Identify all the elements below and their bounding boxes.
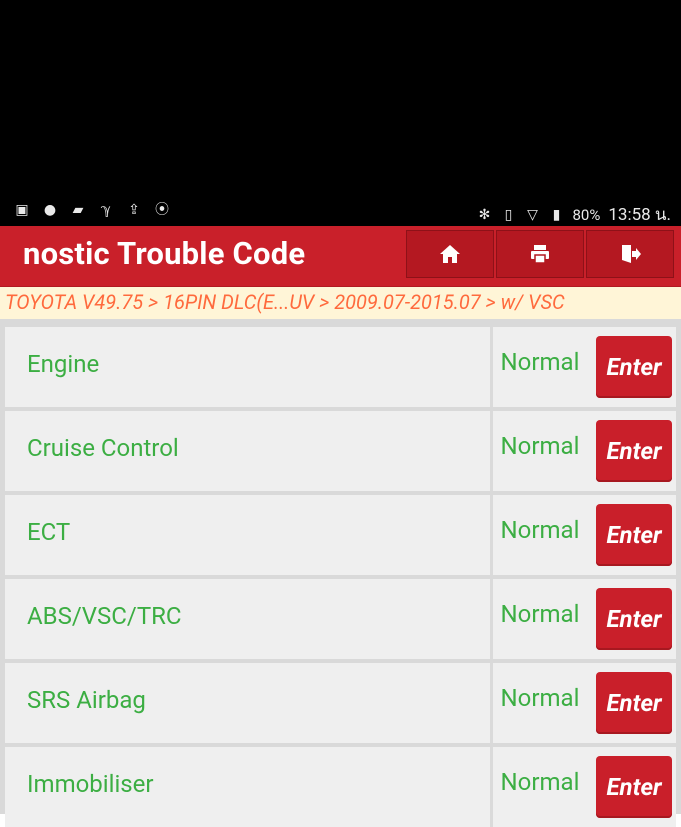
row-divider [490, 495, 493, 575]
status-label: Normal [500, 600, 580, 628]
upload-icon: ⇪ [128, 202, 140, 218]
row-divider [490, 579, 493, 659]
enter-button[interactable]: Enter [596, 588, 672, 650]
clock: 13:58 น. [608, 205, 671, 225]
list-item: SRS Airbag Normal Enter [5, 663, 676, 743]
bluetooth-app-icon: ⦿ [155, 202, 169, 218]
row-divider [490, 327, 493, 407]
status-label: Normal [500, 348, 580, 376]
screen: ▣ ● ▰ ℽ ⇪ ⦿ ✻ ▯ ▽ ▮ 80% 13:58 น. nostic … [0, 0, 681, 827]
chat-icon: ● [43, 202, 57, 218]
row-divider [490, 411, 493, 491]
status-label: Normal [500, 768, 580, 796]
list-item: ECT Normal Enter [5, 495, 676, 575]
battery-icon: ▮ [552, 206, 561, 223]
home-button[interactable] [406, 230, 494, 278]
bluetooth-icon: ✻ [478, 206, 491, 223]
header-bar: nostic Trouble Code [0, 226, 681, 287]
breadcrumb: TOYOTA V49.75 > 16PIN DLC(E...UV > 2009.… [0, 287, 681, 319]
image-icon: ▰ [72, 202, 84, 218]
print-button[interactable] [496, 230, 584, 278]
system-name: Immobiliser [27, 770, 154, 798]
print-icon [531, 245, 549, 264]
exit-icon [622, 245, 641, 263]
system-name: SRS Airbag [27, 686, 146, 714]
exit-button[interactable] [586, 230, 674, 278]
top-black-area [0, 0, 681, 196]
system-list: Engine Normal Enter Cruise Control Norma… [0, 319, 681, 827]
enter-button[interactable]: Enter [596, 420, 672, 482]
status-label: Normal [500, 432, 580, 460]
list-item: Engine Normal Enter [5, 327, 676, 407]
row-divider [490, 747, 493, 827]
status-bar: ▣ ● ▰ ℽ ⇪ ⦿ ✻ ▯ ▽ ▮ 80% 13:58 น. [0, 196, 681, 226]
page-title: nostic Trouble Code [23, 235, 306, 272]
system-name: ABS/VSC/TRC [27, 602, 182, 630]
enter-button[interactable]: Enter [596, 756, 672, 818]
list-item: Cruise Control Normal Enter [5, 411, 676, 491]
enter-button[interactable]: Enter [596, 672, 672, 734]
breadcrumb-text: TOYOTA V49.75 > 16PIN DLC(E...UV > 2009.… [5, 290, 565, 314]
enter-button[interactable]: Enter [596, 504, 672, 566]
status-label: Normal [500, 684, 580, 712]
home-icon [440, 245, 460, 263]
enter-button[interactable]: Enter [596, 336, 672, 398]
battery-percent: 80% [572, 205, 601, 224]
status-right-area: ✻ ▯ ▽ ▮ 80% 13:58 น. [476, 201, 671, 228]
vibrate-icon: ▯ [504, 206, 513, 223]
system-name: Engine [27, 350, 100, 378]
wifi-icon: ▽ [527, 206, 538, 223]
list-item: Immobiliser Normal Enter [5, 747, 676, 827]
status-label: Normal [500, 516, 580, 544]
stethoscope-icon: ℽ [100, 202, 112, 218]
status-left-icons: ▣ ● ▰ ℽ ⇪ ⦿ [14, 202, 170, 218]
system-name: ECT [27, 518, 71, 546]
row-divider [490, 663, 493, 743]
list-item: ABS/VSC/TRC Normal Enter [5, 579, 676, 659]
system-name: Cruise Control [27, 434, 179, 462]
gallery-icon: ▣ [15, 202, 29, 218]
